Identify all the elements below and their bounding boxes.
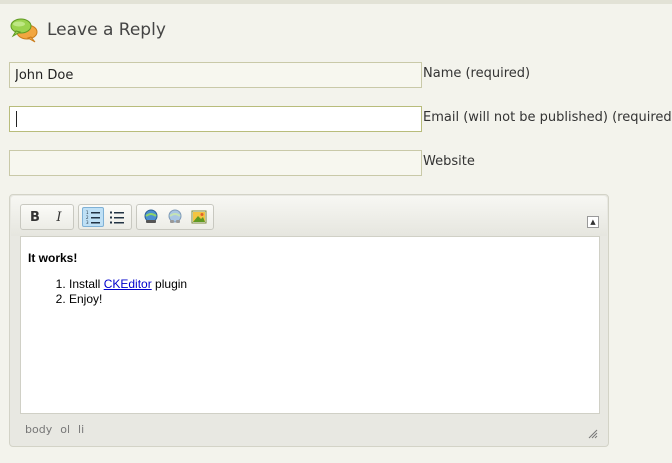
unlink-icon: [168, 209, 182, 223]
list-item: Install CKEditor plugin: [69, 277, 187, 292]
website-field[interactable]: [9, 150, 422, 176]
reply-heading: Leave a Reply: [9, 14, 166, 46]
path-li[interactable]: li: [78, 423, 84, 436]
numbered-list-button[interactable]: 1 2 3: [82, 207, 104, 227]
bulleted-list-icon: [110, 211, 124, 224]
email-field[interactable]: [9, 106, 422, 132]
element-path: body ol li: [25, 423, 84, 436]
path-body[interactable]: body: [25, 423, 52, 436]
top-divider: [0, 0, 672, 4]
collapse-toolbar-icon[interactable]: ▲: [587, 216, 599, 228]
content-heading: It works!: [28, 251, 78, 265]
bulleted-list-button[interactable]: [106, 207, 128, 227]
speech-bubbles-icon: [9, 15, 39, 45]
italic-button[interactable]: I: [48, 207, 70, 227]
email-row: Email (will not be published) (required): [9, 106, 672, 132]
name-field[interactable]: [9, 62, 422, 88]
page-title: Leave a Reply: [47, 20, 166, 40]
editor-content[interactable]: It works! Install CKEditor plugin Enjoy!: [20, 236, 600, 414]
link-button[interactable]: [140, 207, 162, 227]
path-ol[interactable]: ol: [60, 423, 70, 436]
svg-text:3: 3: [86, 220, 89, 224]
resize-handle-icon[interactable]: [586, 427, 598, 439]
list-group: 1 2 3: [78, 204, 132, 230]
image-button[interactable]: [188, 207, 210, 227]
insert-group: [136, 204, 214, 230]
editor-statusbar: body ol li: [11, 419, 607, 445]
ckeditor-link[interactable]: CKEditor: [104, 277, 152, 291]
unlink-button[interactable]: [164, 207, 186, 227]
content-list: Install CKEditor plugin Enjoy!: [29, 277, 187, 307]
image-icon: [191, 210, 207, 224]
bold-button[interactable]: B: [24, 207, 46, 227]
list-item: Enjoy!: [69, 292, 187, 307]
list-item-text: Install: [69, 277, 104, 291]
format-group: B I: [20, 204, 74, 230]
website-row: Website: [9, 150, 669, 176]
link-icon: [144, 209, 158, 223]
name-label: Name (required): [423, 66, 531, 81]
numbered-list-icon: 1 2 3: [86, 210, 100, 224]
name-row: Name (required): [9, 62, 669, 88]
list-item-text: Enjoy!: [69, 292, 103, 306]
rich-text-editor: B I 1 2 3 ▲ It works! 1. Install CKEdito…: [9, 194, 609, 447]
text-caret: [16, 111, 17, 127]
website-label: Website: [423, 154, 475, 169]
list-item-text: plugin: [151, 277, 188, 291]
email-label: Email (will not be published) (required): [423, 110, 672, 125]
